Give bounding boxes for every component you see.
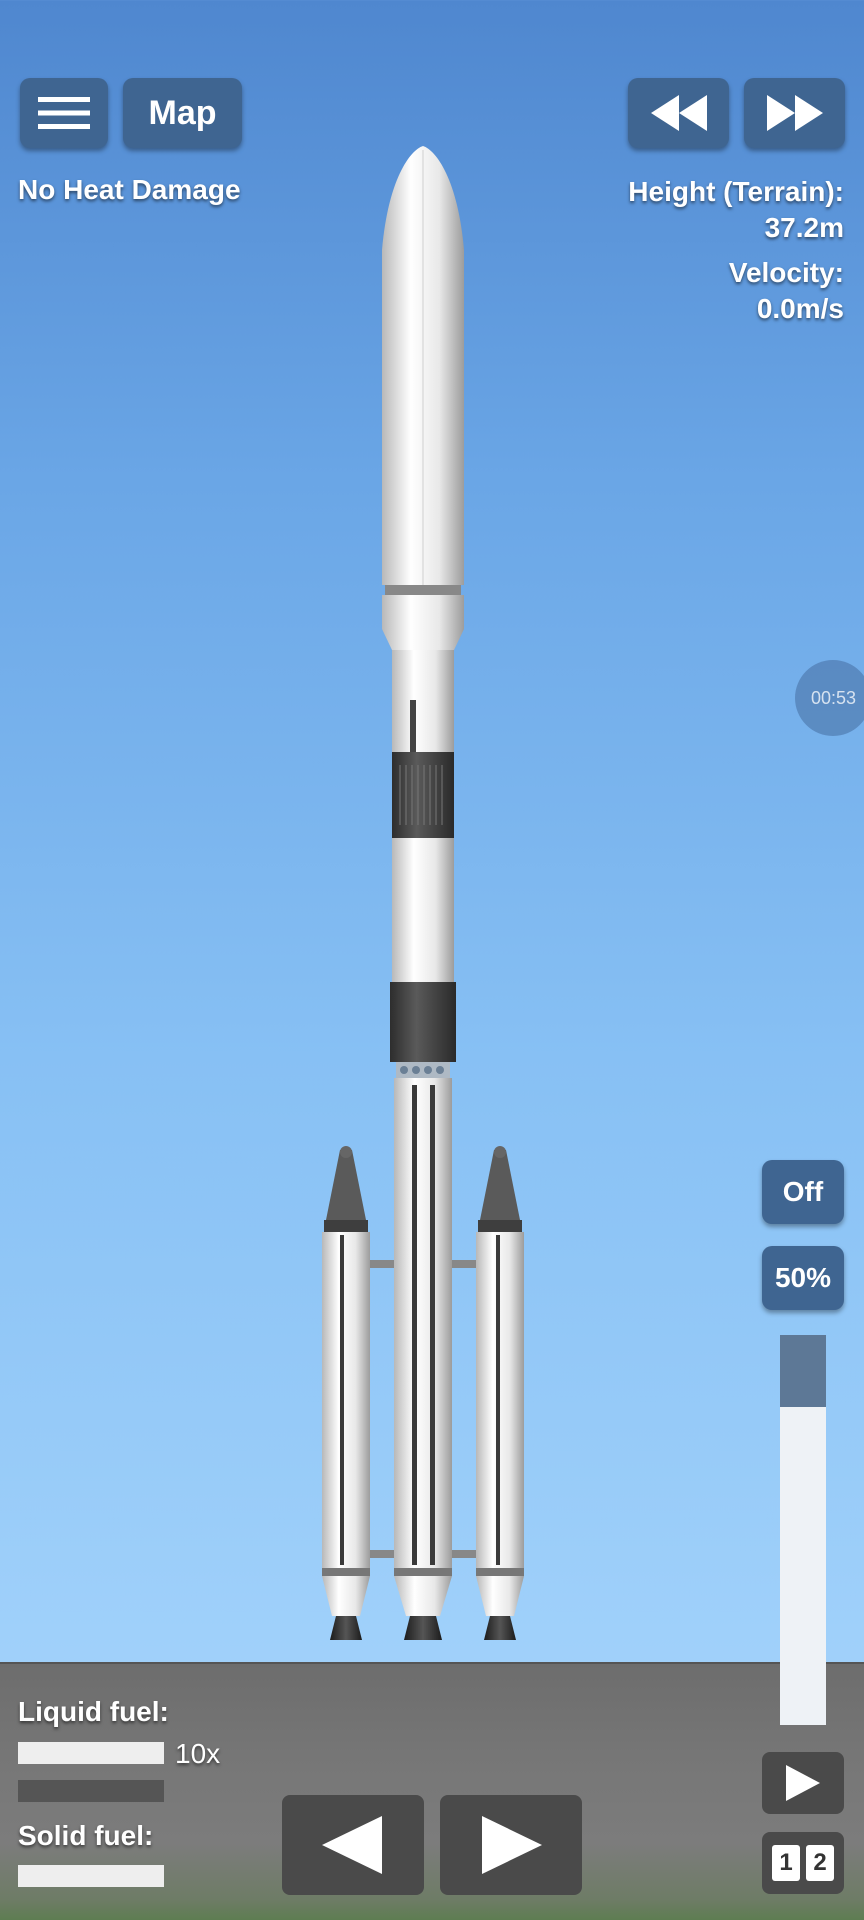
right-booster (452, 1146, 524, 1640)
time-warp-indicator: 10x (175, 1738, 221, 1769)
rotate-left-button[interactable] (282, 1795, 424, 1895)
core-stage (394, 1078, 452, 1640)
rewind-button[interactable] (628, 78, 729, 148)
map-button[interactable]: Map (123, 78, 242, 148)
fuel-gauge-divider (18, 1780, 164, 1802)
triangle-right-icon (482, 1816, 542, 1874)
stage-2-label[interactable]: 2 (806, 1845, 834, 1881)
throttle-off-button[interactable]: Off (762, 1160, 844, 1224)
solid-fuel-gauge (18, 1865, 164, 1887)
height-value: 37.2m (764, 212, 844, 243)
stage-selector[interactable]: 1 2 (762, 1832, 844, 1894)
heat-damage-status: No Heat Damage (18, 174, 241, 205)
fast-forward-icon (766, 95, 823, 131)
velocity-label: Velocity: (728, 257, 844, 288)
throttle-percent-label: 50% (774, 1262, 832, 1293)
triangle-left-icon (322, 1816, 382, 1874)
liquid-fuel-label: Liquid fuel: (18, 1696, 169, 1727)
solid-fuel-label: Solid fuel: (18, 1820, 154, 1851)
left-booster (322, 1146, 394, 1640)
height-label: Height (Terrain): (628, 176, 844, 207)
solid-fuel-fill (18, 1865, 164, 1887)
play-icon (786, 1765, 820, 1801)
throttle-slider[interactable] (780, 1335, 826, 1725)
velocity-value: 0.0m/s (756, 293, 844, 324)
menu-button[interactable] (20, 78, 108, 148)
fast-forward-button[interactable] (744, 78, 845, 148)
payload-fairing (382, 146, 464, 650)
map-button-label: Map (148, 93, 217, 132)
velocity-readout: Velocity: 0.0m/s (729, 255, 844, 327)
recording-timer[interactable]: 00:53 (795, 660, 864, 736)
throttle-off-label: Off (782, 1176, 824, 1207)
rotate-right-button[interactable] (440, 1795, 582, 1895)
throttle-slider-empty (780, 1335, 826, 1407)
liquid-fuel-fill (18, 1742, 164, 1764)
rewind-icon (650, 95, 707, 131)
rocket (322, 146, 524, 1640)
stage-1-label[interactable]: 1 (772, 1845, 800, 1881)
throttle-percent-button[interactable]: 50% (762, 1246, 844, 1310)
liquid-fuel-gauge (18, 1742, 164, 1764)
timer-text: 00:53 (811, 687, 857, 708)
hamburger-menu-icon (38, 97, 90, 129)
upper-stage (390, 650, 456, 1078)
play-button[interactable] (762, 1752, 844, 1814)
height-readout: Height (Terrain): 37.2m (628, 174, 844, 246)
